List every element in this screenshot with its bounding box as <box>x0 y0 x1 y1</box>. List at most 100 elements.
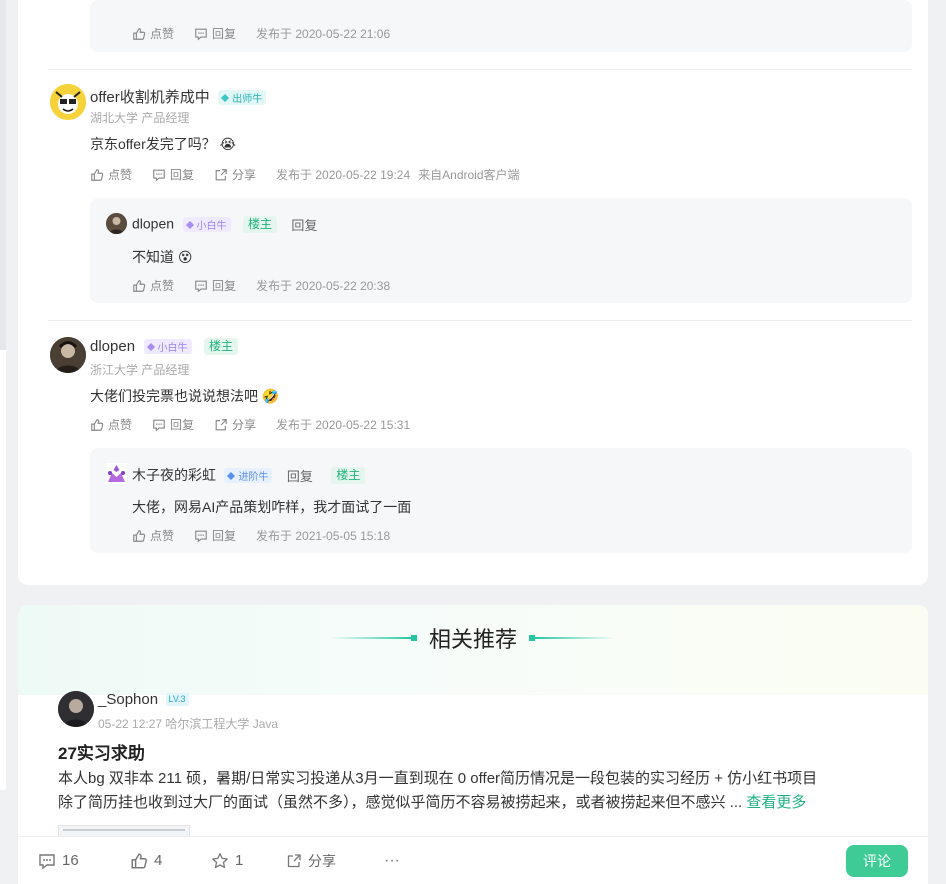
reply-button[interactable]: 回复 <box>152 166 194 183</box>
comment-count: 16 <box>62 852 79 869</box>
heading-line-right <box>535 637 615 639</box>
owner-tag: 楼主 <box>331 467 366 485</box>
owner-tag: 楼主 <box>242 216 277 233</box>
comment-actions: 点赞 回复 分享 发布于 2020-05-22 15:31 <box>90 416 418 433</box>
like-button[interactable]: 点赞 <box>90 416 132 433</box>
user-photo-icon <box>50 337 86 373</box>
comment-text: 京东offer发完了吗？ 😭 <box>90 134 236 154</box>
badge-label: 小白牛 <box>157 343 188 355</box>
username[interactable]: offer收割机养成中 <box>90 89 210 106</box>
like-label: 点赞 <box>108 168 133 182</box>
username[interactable]: dlopen <box>90 338 135 355</box>
level-badge: 出师牛 <box>218 90 267 106</box>
comment-text-body: 大佬们投完票也说说想法吧 <box>90 388 258 404</box>
share-label: 分享 <box>232 418 257 432</box>
like-label: 点赞 <box>150 529 175 543</box>
reply-box: dlopen 小白牛 楼主 回复 不知道 😵 点赞 回复 发布于 2020-05… <box>90 198 912 303</box>
post-title[interactable]: 27实习求助 <box>58 739 145 764</box>
more-options-button[interactable]: ··· <box>384 852 400 870</box>
comment-header: dlopen 小白牛 楼主 <box>90 338 238 356</box>
post-author: _Sophon LV.3 <box>98 691 189 709</box>
post-time: 发布于 2020-05-22 20:38 <box>256 279 391 293</box>
star-count-button[interactable]: 1 <box>211 852 243 870</box>
crying-emoji: 😭 <box>219 136 237 152</box>
share-label: 分享 <box>232 168 257 182</box>
comment-icon <box>39 853 55 869</box>
comment-header: offer收割机养成中 出师牛 <box>90 86 267 107</box>
post-time: 发布于 2020-05-22 19:24 <box>276 168 411 182</box>
like-label: 点赞 <box>108 418 133 432</box>
post-excerpt-text: 除了简历挂也收到过大厂的面试（虽然不多），感觉似乎简历不容易被捞起来，或者被捞起… <box>58 794 743 811</box>
comment-text: 大佬们投完票也说说想法吧 🤣 <box>90 386 279 406</box>
comment-icon <box>195 530 207 542</box>
comment-actions: 点赞 回复 分享 发布于 2020-05-22 19:24 来自Android客… <box>90 166 528 183</box>
like-button[interactable]: 点赞 <box>132 277 174 294</box>
reply-button[interactable]: 回复 <box>194 277 236 294</box>
like-button[interactable]: 点赞 <box>90 166 132 183</box>
post-time: 发布于 2021-05-05 15:18 <box>256 529 391 543</box>
comment-count-button[interactable]: 16 <box>38 852 79 870</box>
user-school: 浙江大学 产品经理 <box>90 363 190 377</box>
share-icon <box>215 168 227 180</box>
avatar[interactable] <box>58 691 94 727</box>
see-more-link[interactable]: 查看更多 <box>746 794 806 811</box>
divider <box>48 69 912 70</box>
bottom-action-bar: 16 4 1 分享 ··· 评论 <box>18 836 928 884</box>
thumbs-up-icon <box>133 529 146 542</box>
owner-tag: 楼主 <box>203 338 238 356</box>
post-source: 来自Android客户端 <box>418 168 520 182</box>
dizzy-emoji: 😵 <box>177 249 193 265</box>
like-label: 点赞 <box>150 279 175 293</box>
username[interactable]: 木子夜的彩虹 <box>132 467 216 483</box>
share-button[interactable]: 分享 <box>214 416 256 433</box>
reply-box: 木子夜的彩虹 进阶牛 回复 楼主 大佬，网易AI产品策划咋样，我才面试了一面 点… <box>90 448 912 553</box>
reply-button[interactable]: 回复 <box>194 25 236 42</box>
user-photo-icon <box>58 691 94 727</box>
reply-button[interactable]: 回复 <box>152 416 194 433</box>
post-meta: 05-22 12:27 哈尔滨工程大学 Java <box>98 717 279 731</box>
star-icon <box>212 852 228 868</box>
share-icon <box>215 418 227 430</box>
comment-button[interactable]: 评论 <box>846 845 908 877</box>
related-heading: 相关推荐 <box>18 622 928 654</box>
rofl-emoji: 🤣 <box>261 388 280 404</box>
reply-header: dlopen 小白牛 楼主 回复 <box>132 215 317 234</box>
more-options-icon: ··· <box>384 851 400 869</box>
diamond-icon <box>146 342 155 351</box>
username[interactable]: dlopen <box>132 216 174 232</box>
diamond-icon <box>227 471 236 480</box>
avatar[interactable] <box>106 463 127 484</box>
avatar[interactable] <box>106 213 127 234</box>
reply-actions: 点赞 回复 发布于 2020-05-22 20:38 <box>132 277 398 294</box>
comment-icon <box>195 280 207 292</box>
avatar[interactable] <box>50 84 86 120</box>
reply-text: 不知道 😵 <box>132 247 193 267</box>
reply-label: 回复 <box>170 168 195 182</box>
post-excerpt: 本人bg 双非本 211 硕，暑期/日常实习投递从3月一直到现在 0 offer… <box>58 767 817 815</box>
thumbs-up-icon <box>91 418 104 431</box>
reply-actions: 点赞 回复 发布于 2021-05-05 15:18 <box>132 527 398 544</box>
heading-square-left <box>410 635 417 641</box>
share-button[interactable]: 分享 <box>214 166 256 183</box>
like-button[interactable]: 点赞 <box>132 527 174 544</box>
like-count-button[interactable]: 4 <box>130 852 162 870</box>
heading-line-left <box>330 637 411 639</box>
like-button[interactable]: 点赞 <box>132 25 174 42</box>
thumbnail-line <box>63 829 185 831</box>
avatar[interactable] <box>50 337 86 373</box>
reply-button[interactable]: 回复 <box>194 527 236 544</box>
post-excerpt-line: 本人bg 双非本 211 硕，暑期/日常实习投递从3月一直到现在 0 offer… <box>58 770 818 787</box>
reply-link[interactable]: 回复 <box>287 469 313 484</box>
post-time: 发布于 2020-05-22 21:06 <box>256 27 391 41</box>
reply-label: 回复 <box>170 418 195 432</box>
username[interactable]: _Sophon <box>98 691 158 708</box>
share-button[interactable]: 分享 <box>286 851 336 871</box>
badge-label: 进阶牛 <box>238 472 269 484</box>
badge-label: 出师牛 <box>232 94 263 106</box>
reply-link[interactable]: 回复 <box>291 218 317 233</box>
reply-label: 回复 <box>212 279 237 293</box>
level-badge: LV.3 <box>165 693 189 707</box>
thumbs-up-icon <box>131 853 147 868</box>
star-count: 1 <box>235 852 244 869</box>
related-title: 相关推荐 <box>428 627 517 652</box>
